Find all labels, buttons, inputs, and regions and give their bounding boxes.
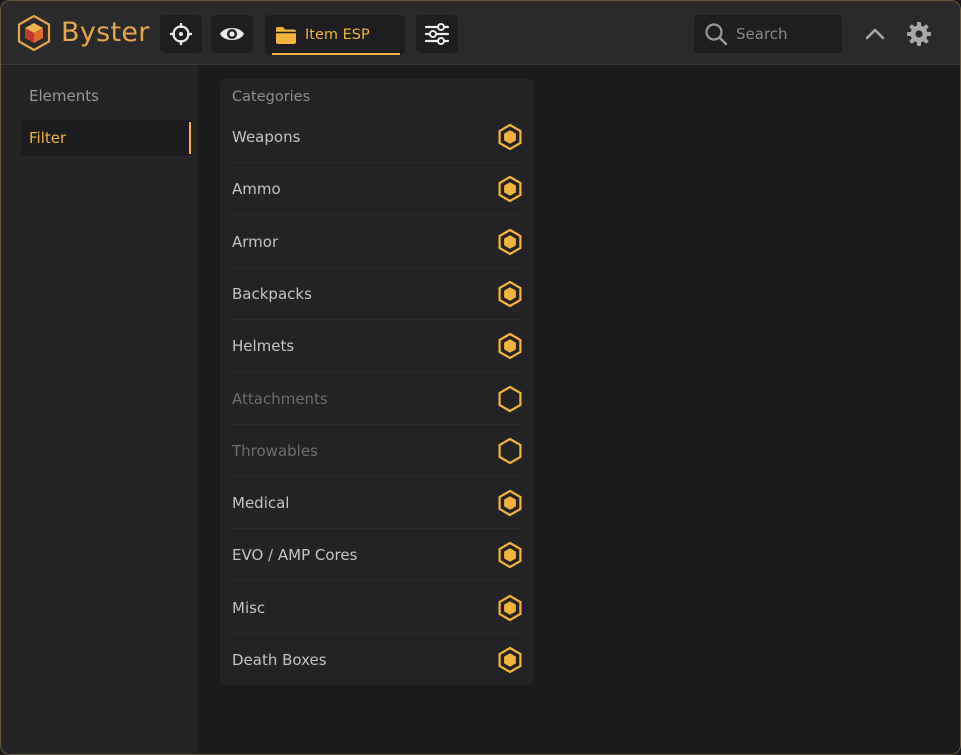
hex-toggle-off-icon[interactable] [496,437,524,465]
active-tab-indicator [272,53,400,55]
category-label: Armor [232,232,279,251]
panel-title: Categories [232,89,311,105]
main-content: Categories Weapons Ammo Armor Backpacks Helm… [198,65,960,754]
settings-button[interactable] [904,19,934,49]
visuals-tab-button[interactable] [211,15,253,53]
category-label: Attachments [232,389,328,408]
eye-icon [220,28,244,40]
hex-toggle-on-icon[interactable] [496,332,524,360]
category-row[interactable]: EVO / AMP Cores [232,529,524,582]
hex-toggle-on-icon[interactable] [496,280,524,308]
category-label: Medical [232,494,290,513]
search-icon [705,23,728,46]
category-row[interactable]: Backpacks [232,268,524,320]
category-row[interactable]: Armor [232,216,524,268]
category-row[interactable]: Ammo [232,163,524,216]
categories-panel: Categories Weapons Ammo Armor Backpacks Helm… [220,79,534,685]
hex-toggle-on-icon[interactable] [496,541,524,569]
category-row[interactable]: Medical [232,477,524,530]
hex-toggle-on-icon[interactable] [496,175,524,203]
category-row[interactable]: Misc [232,582,524,634]
collapse-button[interactable] [861,21,889,47]
category-label: Misc [232,598,266,617]
hex-toggle-on-icon[interactable] [496,228,524,256]
sliders-icon [424,23,450,45]
sidebar-item-label: Elements [29,87,99,105]
hex-toggle-off-icon[interactable] [496,385,524,413]
category-label: Throwables [232,441,318,460]
settings-tab-button[interactable] [416,15,458,53]
top-bar: Byster Item ESP [1,1,960,65]
sidebar-item-label: Filter [29,129,67,147]
hex-toggle-on-icon[interactable] [496,123,524,151]
hex-toggle-on-icon[interactable] [496,489,524,517]
category-label: Helmets [232,337,295,356]
category-label: Death Boxes [232,651,327,669]
sidebar: Elements Filter [1,65,198,754]
gear-icon [907,22,931,46]
chevron-up-icon [865,28,885,40]
byster-logo-icon [17,15,51,51]
sidebar-item-elements[interactable]: Elements [21,78,191,114]
category-label: Backpacks [232,284,312,303]
tab-item-esp-label: Item ESP [305,27,370,43]
category-row[interactable]: Death Boxes [232,634,524,686]
sidebar-item-filter[interactable]: Filter [21,120,191,156]
crosshair-icon [170,23,192,45]
search-box[interactable] [694,15,842,53]
brand-name: Byster [61,17,150,48]
hex-toggle-on-icon[interactable] [496,594,524,622]
folder-icon [276,27,296,44]
app-window: Byster Item ESP Search Elements Filter C… [0,0,961,755]
category-row[interactable]: Attachments [232,373,524,425]
category-row[interactable]: Helmets [232,320,524,373]
category-label: Ammo [232,180,281,199]
category-row[interactable]: Weapons [232,111,524,163]
category-row[interactable]: Throwables [232,425,524,477]
tab-item-esp[interactable]: Item ESP [265,15,405,55]
aim-tab-button[interactable] [160,15,202,53]
category-label: EVO / AMP Cores [232,546,358,565]
search-input[interactable] [736,25,836,43]
category-label: Weapons [232,128,301,146]
hex-toggle-on-icon[interactable] [496,646,524,674]
